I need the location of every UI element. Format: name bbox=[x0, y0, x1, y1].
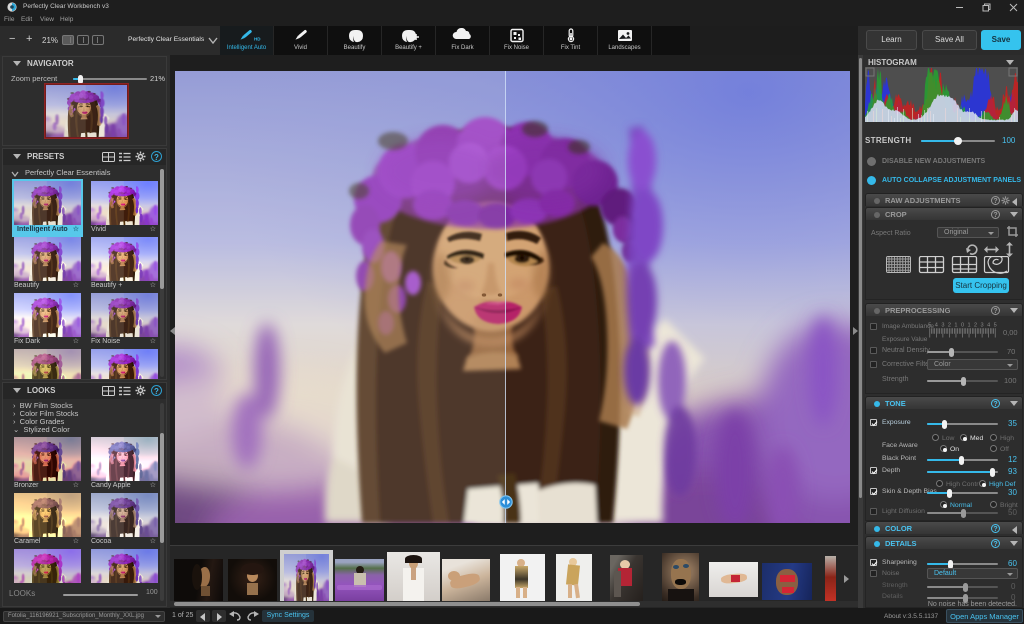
svg-text:0: 0 bbox=[961, 322, 964, 328]
svg-text:1: 1 bbox=[967, 322, 970, 328]
svg-text:5: 5 bbox=[994, 322, 997, 328]
svg-text:1: 1 bbox=[954, 322, 957, 328]
svg-text:3: 3 bbox=[941, 322, 944, 328]
svg-text:3: 3 bbox=[981, 322, 984, 328]
svg-text:4: 4 bbox=[935, 322, 938, 328]
svg-text:2: 2 bbox=[974, 322, 977, 328]
svg-text:5: 5 bbox=[928, 322, 931, 328]
svg-text:HD: HD bbox=[254, 37, 261, 42]
svg-text:4: 4 bbox=[987, 322, 990, 328]
svg-text:2: 2 bbox=[948, 322, 951, 328]
